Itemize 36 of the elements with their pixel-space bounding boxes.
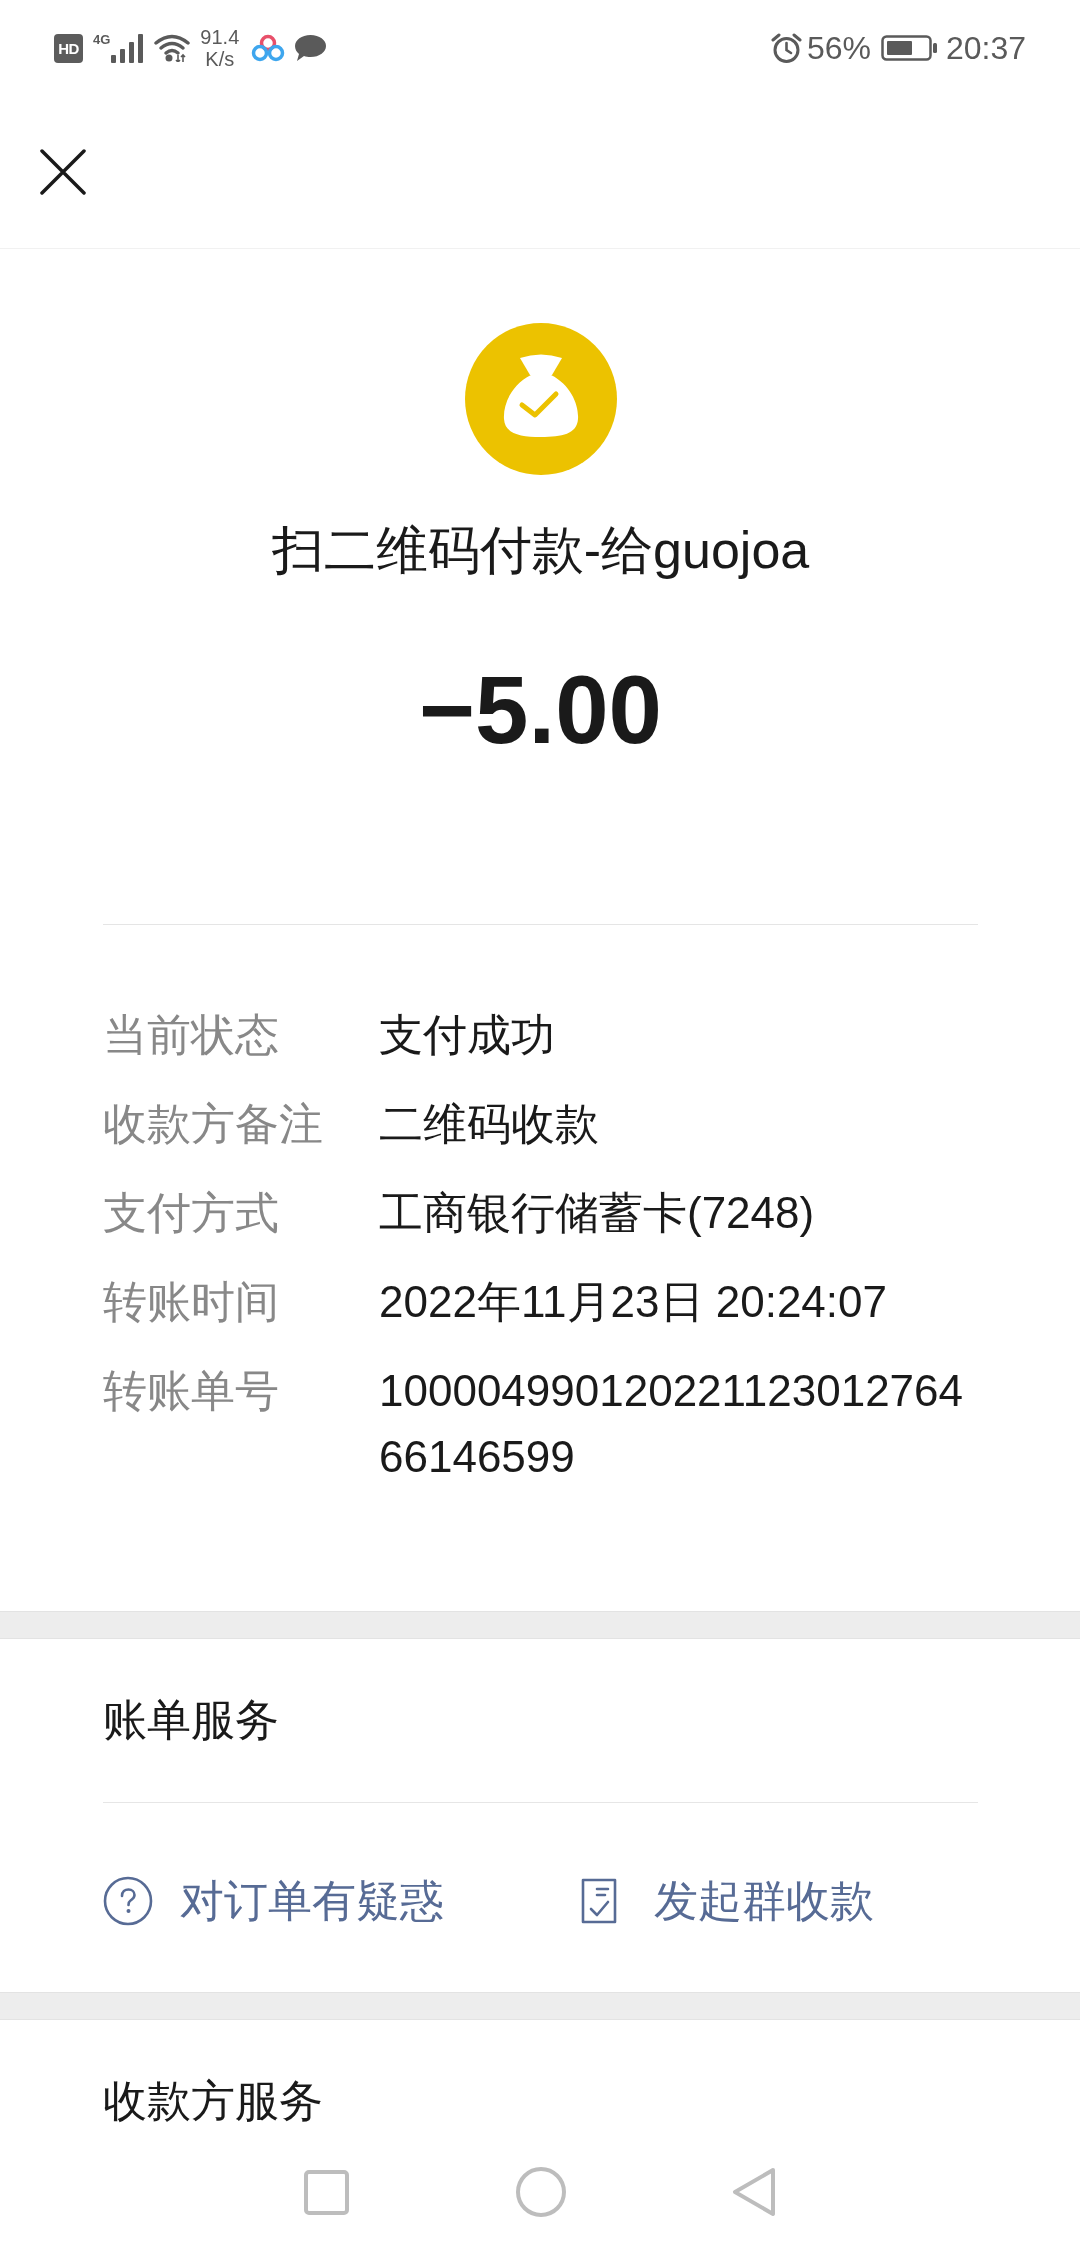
hd-indicator: HD xyxy=(54,33,83,63)
chat-bubble-icon xyxy=(294,34,328,62)
money-bag-check-icon xyxy=(464,323,617,475)
battery-percentage: 56% xyxy=(806,29,871,68)
signal-icon xyxy=(111,33,145,63)
close-icon xyxy=(40,149,86,195)
section-title: 收款方服务 xyxy=(103,2075,324,2127)
detail-label: 转账单号 xyxy=(103,1365,280,1417)
detail-label: 支付方式 xyxy=(103,1187,280,1239)
detail-value: 工商银行储蓄卡(7248) xyxy=(379,1187,816,1239)
help-icon xyxy=(103,1876,153,1926)
payment-amount: −5.00 xyxy=(419,655,662,765)
alarm-clock-icon xyxy=(770,32,802,64)
detail-value: 支付成功 xyxy=(379,1009,556,1061)
clock-time: 20:37 xyxy=(945,29,1026,68)
network-type-label: 4G xyxy=(93,33,111,47)
checklist-document-icon xyxy=(581,1878,617,1924)
service-link[interactable]: 发起群收款 xyxy=(581,1868,874,1934)
detail-label: 当前状态 xyxy=(103,1009,280,1061)
service-link[interactable]: 对订单有疑惑 xyxy=(103,1868,444,1934)
wifi-icon xyxy=(154,34,191,62)
battery-icon xyxy=(880,35,938,61)
detail-value: 2022年11月23日 20:24:07 xyxy=(379,1276,888,1328)
detail-label: 转账时间 xyxy=(103,1276,280,1328)
back-icon[interactable] xyxy=(732,2167,776,2217)
detail-value: 二维码收款 xyxy=(379,1098,600,1150)
recent-apps-icon[interactable] xyxy=(304,2169,349,2215)
app-notification-icon xyxy=(251,34,286,62)
detail-label: 收款方备注 xyxy=(103,1098,324,1150)
network-speed-unit: K/s xyxy=(205,48,235,70)
detail-value: 10000499012022112301276466146599 xyxy=(379,1365,965,1483)
network-speed-value: 91.4 xyxy=(200,26,240,48)
section-title: 账单服务 xyxy=(103,1694,280,1746)
close-button[interactable] xyxy=(40,149,86,195)
home-icon[interactable] xyxy=(516,2167,566,2217)
payment-title: 扫二维码付款-给guojoa xyxy=(271,520,810,581)
